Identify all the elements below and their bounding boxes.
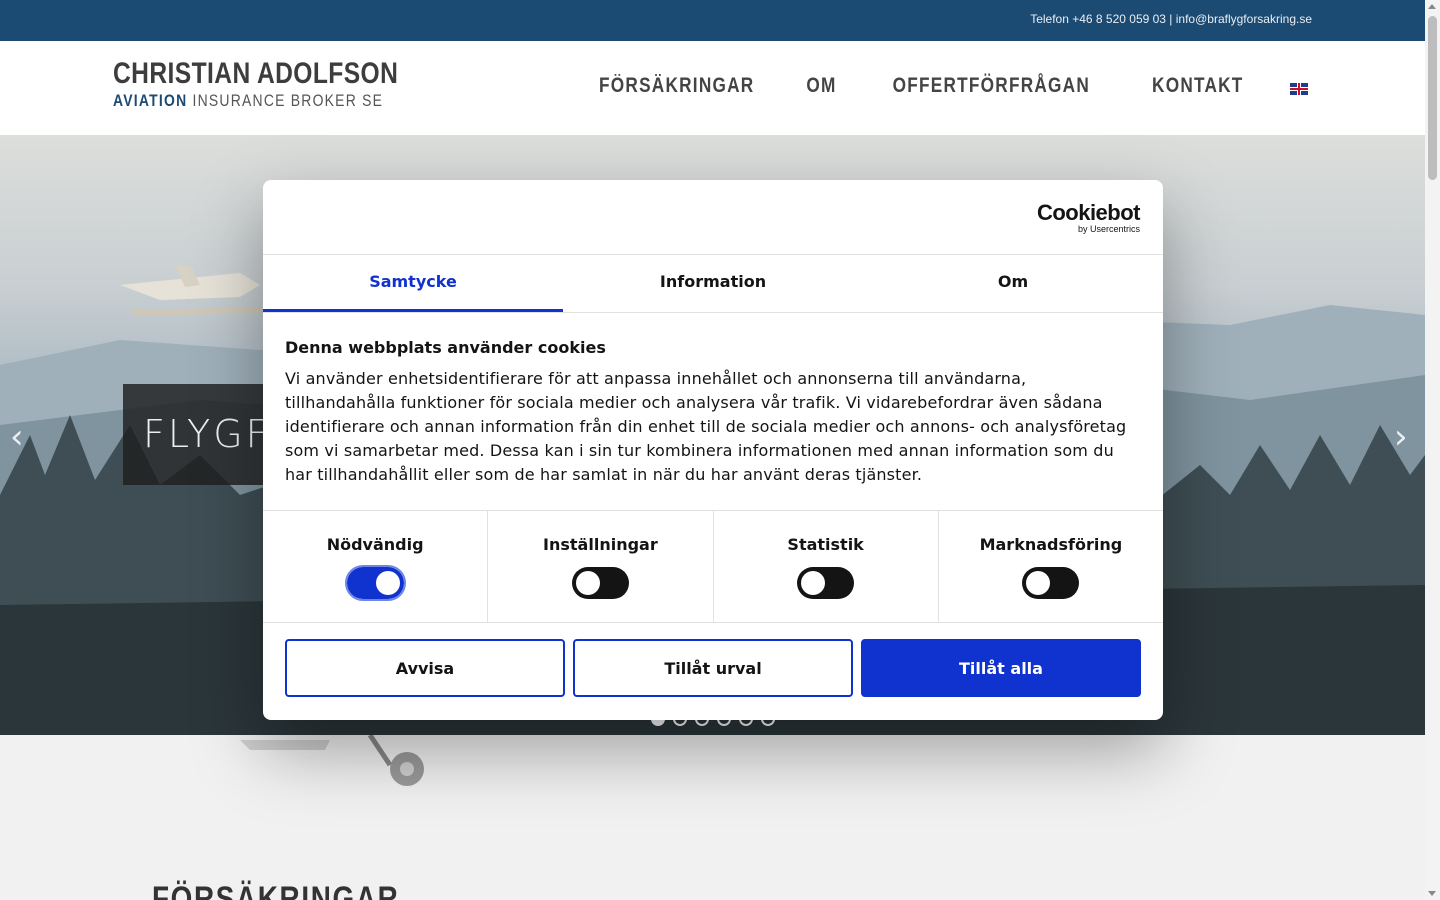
category-necessary: Nödvändig	[263, 511, 489, 622]
allow-all-button[interactable]: Tillåt alla	[861, 639, 1141, 697]
nav-item-insurances[interactable]: FÖRSÄKRINGAR	[599, 74, 754, 98]
category-label: Marknadsföring	[979, 535, 1123, 554]
consent-buttons: Avvisa Tillåt urval Tillåt alla	[263, 623, 1163, 697]
contact-info[interactable]: Telefon +46 8 520 059 03 | info@braflygf…	[1030, 12, 1312, 26]
category-statistics: Statistik	[714, 511, 939, 622]
tab-consent[interactable]: Samtycke	[263, 255, 563, 312]
consent-tabs: Samtycke Information Om	[263, 255, 1163, 313]
cookiebot-logo[interactable]: Cookiebot by Usercentrics	[1037, 202, 1141, 235]
reject-button[interactable]: Avvisa	[285, 639, 565, 697]
hero-caption: FLYGFÖRSÄKRING	[123, 384, 522, 485]
preferences-toggle[interactable]	[571, 567, 629, 599]
plane-wheel-image	[240, 735, 424, 786]
marketing-toggle[interactable]	[1022, 567, 1080, 599]
nav-item-contact[interactable]: KONTAKT	[1152, 74, 1244, 98]
site-logo[interactable]: CHRISTIAN ADOLFSON AVIATION INSURANCE BR…	[113, 58, 461, 112]
chevron-left-icon[interactable]: ‹	[10, 417, 24, 457]
top-contact-bar: Telefon +46 8 520 059 03 | info@braflygf…	[0, 0, 1425, 41]
category-label: Inställningar	[543, 535, 658, 554]
logo-tagline: AVIATION INSURANCE BROKER SE	[113, 91, 384, 110]
category-marketing: Marknadsföring	[939, 511, 1163, 622]
nav-item-quote-request[interactable]: OFFERTFÖRFRÅGAN	[892, 74, 1089, 98]
logo-name: CHRISTIAN ADOLFSON	[113, 57, 399, 90]
nav-item-about[interactable]: OM	[806, 74, 836, 98]
dialog-header: Cookiebot by Usercentrics	[263, 180, 1163, 255]
page-scrollbar[interactable]	[1425, 0, 1440, 900]
category-preferences: Inställningar	[488, 511, 714, 622]
category-label: Statistik	[787, 535, 864, 554]
statistics-toggle[interactable]	[797, 567, 855, 599]
tab-information[interactable]: Information	[563, 255, 863, 312]
site-header: CHRISTIAN ADOLFSON AVIATION INSURANCE BR…	[0, 41, 1425, 135]
scrollbar-thumb[interactable]	[1428, 16, 1437, 180]
content-section: FÖRSÄKRINGAR	[0, 735, 1425, 900]
chevron-right-icon[interactable]: ›	[1394, 417, 1408, 457]
cookie-consent-dialog: Cookiebot by Usercentrics Samtycke Infor…	[263, 180, 1163, 720]
tab-about[interactable]: Om	[863, 255, 1163, 312]
consent-body: Denna webbplats använder cookies Vi anvä…	[263, 313, 1163, 511]
consent-title: Denna webbplats använder cookies	[285, 338, 606, 357]
consent-categories: Nödvändig Inställningar Statistik Markna…	[263, 511, 1163, 623]
category-label: Nödvändig	[326, 535, 424, 554]
consent-text: Vi använder enhetsidentifierare för att …	[285, 369, 1127, 484]
section-heading: FÖRSÄKRINGAR	[152, 880, 400, 900]
allow-selection-button[interactable]: Tillåt urval	[573, 639, 853, 697]
main-nav: FÖRSÄKRINGAR OM OFFERTFÖRFRÅGAN KONTAKT	[582, 74, 1254, 98]
uk-flag-icon[interactable]	[1290, 83, 1308, 95]
scroll-down-icon[interactable]	[1428, 891, 1436, 896]
scroll-up-icon[interactable]	[1428, 4, 1436, 9]
necessary-toggle[interactable]	[344, 565, 406, 601]
